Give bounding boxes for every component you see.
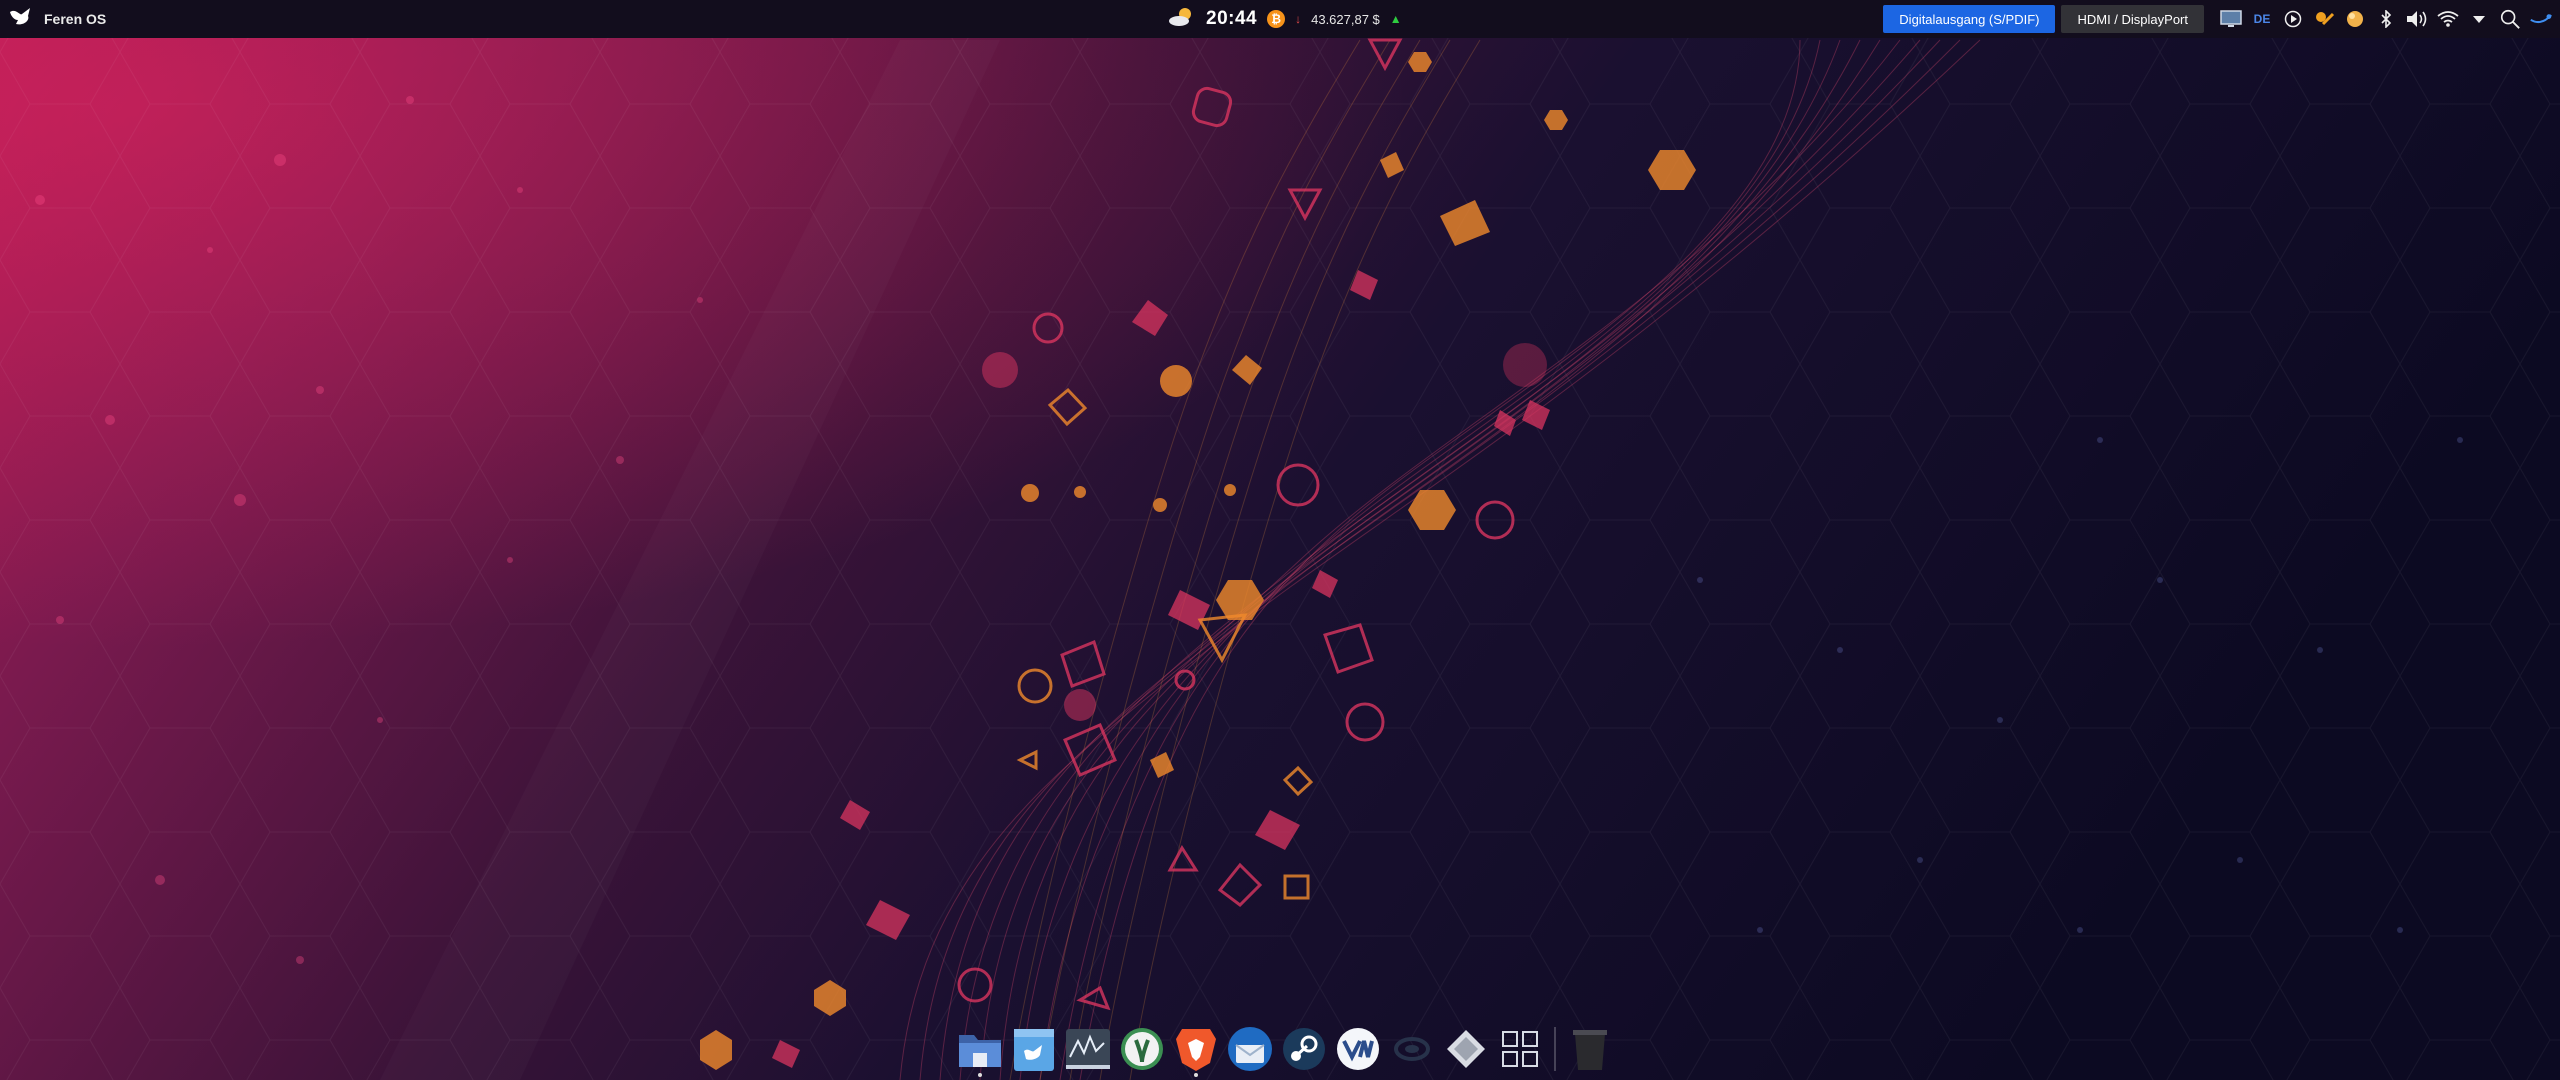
feren-store-icon[interactable] xyxy=(1010,1021,1058,1077)
weather-app-icon[interactable] xyxy=(2313,8,2335,30)
wifi-icon[interactable] xyxy=(2437,8,2459,30)
weather-icon[interactable] xyxy=(1166,6,1196,33)
vmware-icon[interactable] xyxy=(1334,1021,1382,1077)
crypto-price[interactable]: 43.627,87 $ xyxy=(1311,12,1380,27)
trend-down-icon: ↓ xyxy=(1295,12,1302,26)
desktop-wallpaper xyxy=(0,0,2560,1080)
feren-menu-icon[interactable] xyxy=(2530,8,2552,30)
file-manager-icon[interactable] xyxy=(956,1021,1004,1077)
os-name-label[interactable]: Feren OS xyxy=(44,11,106,27)
bitcoin-icon[interactable]: ₿ xyxy=(1267,10,1286,28)
feren-logo-icon[interactable] xyxy=(8,6,34,33)
clock[interactable]: 20:44 xyxy=(1206,8,1257,30)
terminal-app-icon[interactable] xyxy=(1118,1021,1166,1077)
running-indicator xyxy=(978,1073,982,1077)
bluetooth-icon[interactable] xyxy=(2375,8,2397,30)
brave-browser-icon[interactable] xyxy=(1172,1021,1220,1077)
trend-up-icon: ▲ xyxy=(1389,12,1402,26)
system-tray: DE xyxy=(2220,8,2552,30)
panel-left: Feren OS xyxy=(8,0,106,38)
audio-output-spdif-button[interactable]: Digitalausgang (S/PDIF) xyxy=(1883,5,2056,33)
running-indicator xyxy=(1194,1073,1198,1077)
steam-icon[interactable] xyxy=(1280,1021,1328,1077)
show-apps-grid-icon[interactable] xyxy=(1496,1021,1544,1077)
audio-output-hdmi-button[interactable]: HDMI / DisplayPort xyxy=(2061,5,2204,33)
thunderbird-mail-icon[interactable] xyxy=(1226,1021,1274,1077)
volume-icon[interactable] xyxy=(2406,8,2428,30)
media-play-icon[interactable] xyxy=(2282,8,2304,30)
app-launcher-icon[interactable] xyxy=(1388,1021,1436,1077)
display-icon[interactable] xyxy=(2220,8,2242,30)
panel-center: 20:44 ₿ ↓ 43.627,87 $ ▲ xyxy=(1166,0,1402,38)
dock xyxy=(950,1018,1620,1080)
keyboard-layout-indicator[interactable]: DE xyxy=(2251,8,2273,30)
system-monitor-icon[interactable] xyxy=(1064,1021,1112,1077)
top-panel: Feren OS 20:44 ₿ ↓ 43.627,87 $ ▲ Digital… xyxy=(0,0,2560,38)
dock-separator xyxy=(1554,1027,1556,1071)
search-icon[interactable] xyxy=(2499,8,2521,30)
expand-tray-icon[interactable] xyxy=(2468,8,2490,30)
update-orb-icon[interactable] xyxy=(2344,8,2366,30)
panel-right: Digitalausgang (S/PDIF) HDMI / DisplayPo… xyxy=(1883,0,2552,38)
trash-icon[interactable] xyxy=(1566,1021,1614,1077)
inkscape-icon[interactable] xyxy=(1442,1021,1490,1077)
